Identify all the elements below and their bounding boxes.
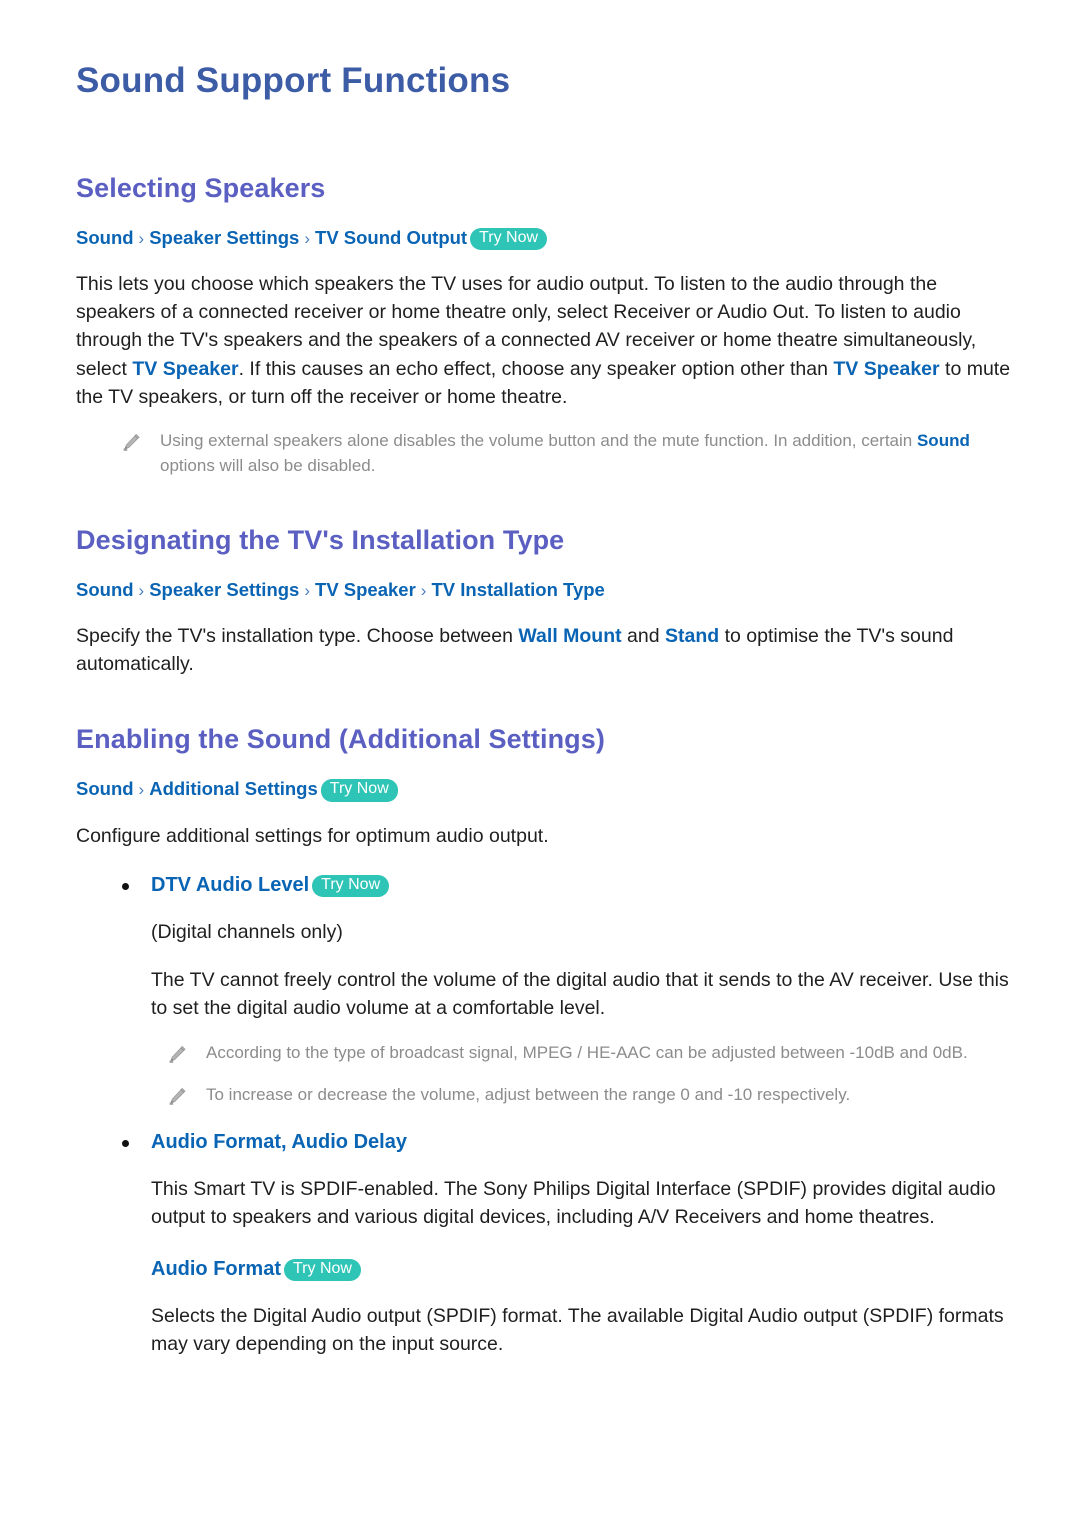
- breadcrumb-selecting-speakers: Sound › Speaker Settings › TV Sound Output Tr…: [76, 226, 1020, 250]
- breadcrumb-separator-icon: ›: [138, 780, 145, 800]
- note-dtv-audio-level-2: To increase or decrease the volume, adju…: [168, 1082, 1020, 1107]
- section-additional-settings: Enabling the Sound (Additional Settings)…: [76, 724, 1020, 1358]
- bullet-icon: [122, 1140, 129, 1148]
- paragraph-installation-type: Specify the TV's installation type. Choo…: [76, 622, 1011, 679]
- note-text: According to the type of broadcast signa…: [206, 1042, 968, 1062]
- paragraph-selecting-speakers: This lets you choose which speakers the …: [76, 270, 1011, 411]
- section-selecting-speakers: Selecting Speakers Sound › Speaker Setting…: [76, 173, 1020, 479]
- note-dtv-audio-level-1: According to the type of broadcast signa…: [168, 1040, 1020, 1065]
- text-run: Audio Format: [151, 1257, 281, 1280]
- breadcrumb-separator-icon: ›: [304, 580, 311, 600]
- breadcrumb-crumb[interactable]: Sound: [76, 227, 134, 248]
- highlight-term: Sound: [916, 431, 970, 451]
- breadcrumb-crumb[interactable]: Speaker Settings: [149, 227, 299, 248]
- highlight-term: Wall Mount: [518, 624, 622, 647]
- text-run: DTV Audio Level: [151, 873, 310, 896]
- text-run: options will also be disabled.: [160, 456, 376, 476]
- try-now-badge[interactable]: Try Now: [470, 227, 548, 250]
- page-title: Sound Support Functions: [76, 61, 511, 100]
- list-item-label: Audio Format, Audio Delay: [151, 1131, 407, 1154]
- document-page: Sound Support Functions Selecting Speake…: [0, 0, 1080, 1527]
- breadcrumb-crumb[interactable]: Sound: [76, 579, 134, 600]
- section-title-additional-settings: Enabling the Sound (Additional Settings): [76, 724, 605, 755]
- highlight-term: Stand: [665, 624, 720, 647]
- try-now-badge[interactable]: Try Now: [284, 1258, 361, 1281]
- text-run: Specify the TV's installation type. Choo…: [76, 624, 519, 647]
- paragraph-additional-settings-intro: Configure additional settings for optimu…: [76, 824, 549, 847]
- breadcrumb-separator-icon: ›: [304, 228, 311, 248]
- try-now-badge[interactable]: Try Now: [320, 779, 398, 802]
- list-item-audio-format-delay: Audio Format, Audio Delay: [122, 1129, 1020, 1155]
- list-item-label: DTV Audio Level Try Now: [151, 872, 390, 898]
- subtitle-digital-channels-only: (Digital channels only): [151, 920, 343, 943]
- breadcrumb-crumb[interactable]: TV Installation Type: [431, 579, 604, 600]
- breadcrumb-separator-icon: ›: [138, 228, 145, 248]
- paragraph-audio-format-delay: This Smart TV is SPDIF-enabled. The Sony…: [151, 1178, 996, 1229]
- sub-heading-audio-format: Audio Format Try Now: [151, 1256, 1020, 1282]
- note-text: Using external speakers alone disables t…: [160, 428, 1020, 478]
- try-now-badge[interactable]: Try Now: [312, 874, 390, 898]
- section-title-installation-type: Designating the TV's Installation Type: [76, 524, 565, 555]
- breadcrumb-crumb[interactable]: Speaker Settings: [149, 579, 299, 600]
- breadcrumb-crumb[interactable]: Sound: [76, 778, 134, 799]
- text-run: . If this causes an echo effect, choose …: [238, 357, 834, 380]
- note-selecting-speakers: Using external speakers alone disables t…: [122, 428, 1020, 478]
- pencil-icon: [168, 1045, 187, 1064]
- paragraph-audio-format: Selects the Digital Audio output (SPDIF)…: [151, 1304, 1004, 1355]
- breadcrumb-separator-icon: ›: [138, 580, 145, 600]
- bullet-icon: [122, 882, 129, 890]
- highlight-term: TV Speaker: [833, 357, 940, 380]
- breadcrumb-installation-type: Sound › Speaker Settings › TV Speaker › TV Ins…: [76, 578, 1020, 602]
- highlight-term: TV Speaker: [132, 357, 239, 380]
- text-run: Using external speakers alone disables t…: [160, 431, 917, 451]
- pencil-icon: [122, 433, 141, 452]
- paragraph-dtv-audio-level: The TV cannot freely control the volume …: [151, 969, 1009, 1020]
- note-text: To increase or decrease the volume, adju…: [206, 1084, 851, 1104]
- section-installation-type: Designating the TV's Installation Type S…: [76, 525, 1020, 679]
- breadcrumb-crumb[interactable]: Additional Settings: [149, 778, 318, 799]
- pencil-icon: [168, 1087, 187, 1106]
- section-title-selecting-speakers: Selecting Speakers: [76, 172, 326, 203]
- breadcrumb-crumb[interactable]: TV Sound Output: [315, 227, 467, 248]
- list-item-dtv-audio-level: DTV Audio Level Try Now: [122, 872, 1020, 898]
- breadcrumb-crumb[interactable]: TV Speaker: [315, 579, 416, 600]
- breadcrumb-additional-settings: Sound › Additional Settings Try Now: [76, 777, 1020, 802]
- breadcrumb-separator-icon: ›: [420, 580, 427, 600]
- text-run: and: [621, 624, 666, 647]
